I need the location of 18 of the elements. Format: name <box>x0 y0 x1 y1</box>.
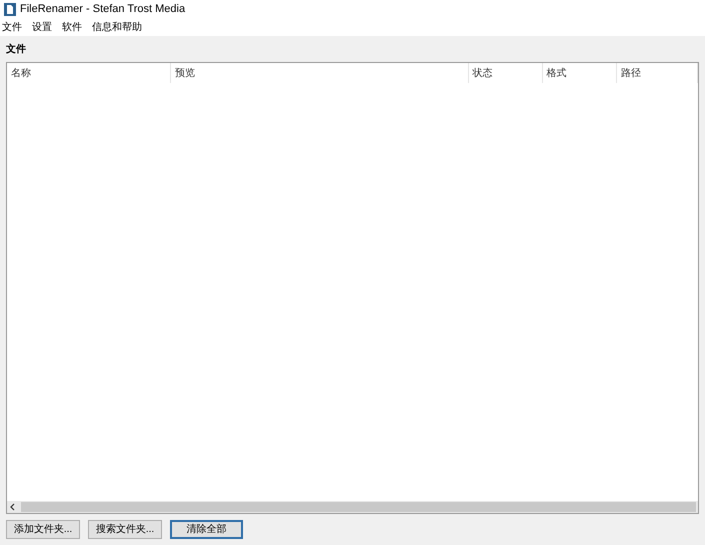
horizontal-scrollbar[interactable] <box>7 501 698 513</box>
column-header[interactable]: 名称 <box>11 66 31 80</box>
menu-item[interactable]: 设置 <box>32 20 52 34</box>
menu-item[interactable]: 软件 <box>62 20 82 34</box>
action-button[interactable]: 搜索文件夹... <box>88 520 162 539</box>
column-header[interactable]: 格式 <box>546 66 567 80</box>
scroll-left-icon[interactable] <box>9 503 15 511</box>
action-button[interactable]: 清除全部 <box>170 520 243 539</box>
action-button[interactable]: 添加文件夹... <box>6 520 80 539</box>
column-header[interactable]: 状态 <box>472 66 492 80</box>
menu-item[interactable]: 文件 <box>2 20 22 34</box>
column-header[interactable]: 预览 <box>175 66 196 80</box>
section-title: 文件 <box>6 42 26 56</box>
window-title: FileRenamer - Stefan Trost Media <box>20 2 186 17</box>
app-icon <box>4 2 16 16</box>
menu-item[interactable]: 信息和帮助 <box>92 20 142 34</box>
column-header[interactable]: 路径 <box>620 66 641 80</box>
file-list[interactable]: 名称 预览 状态 格式 路径 <box>6 62 699 514</box>
